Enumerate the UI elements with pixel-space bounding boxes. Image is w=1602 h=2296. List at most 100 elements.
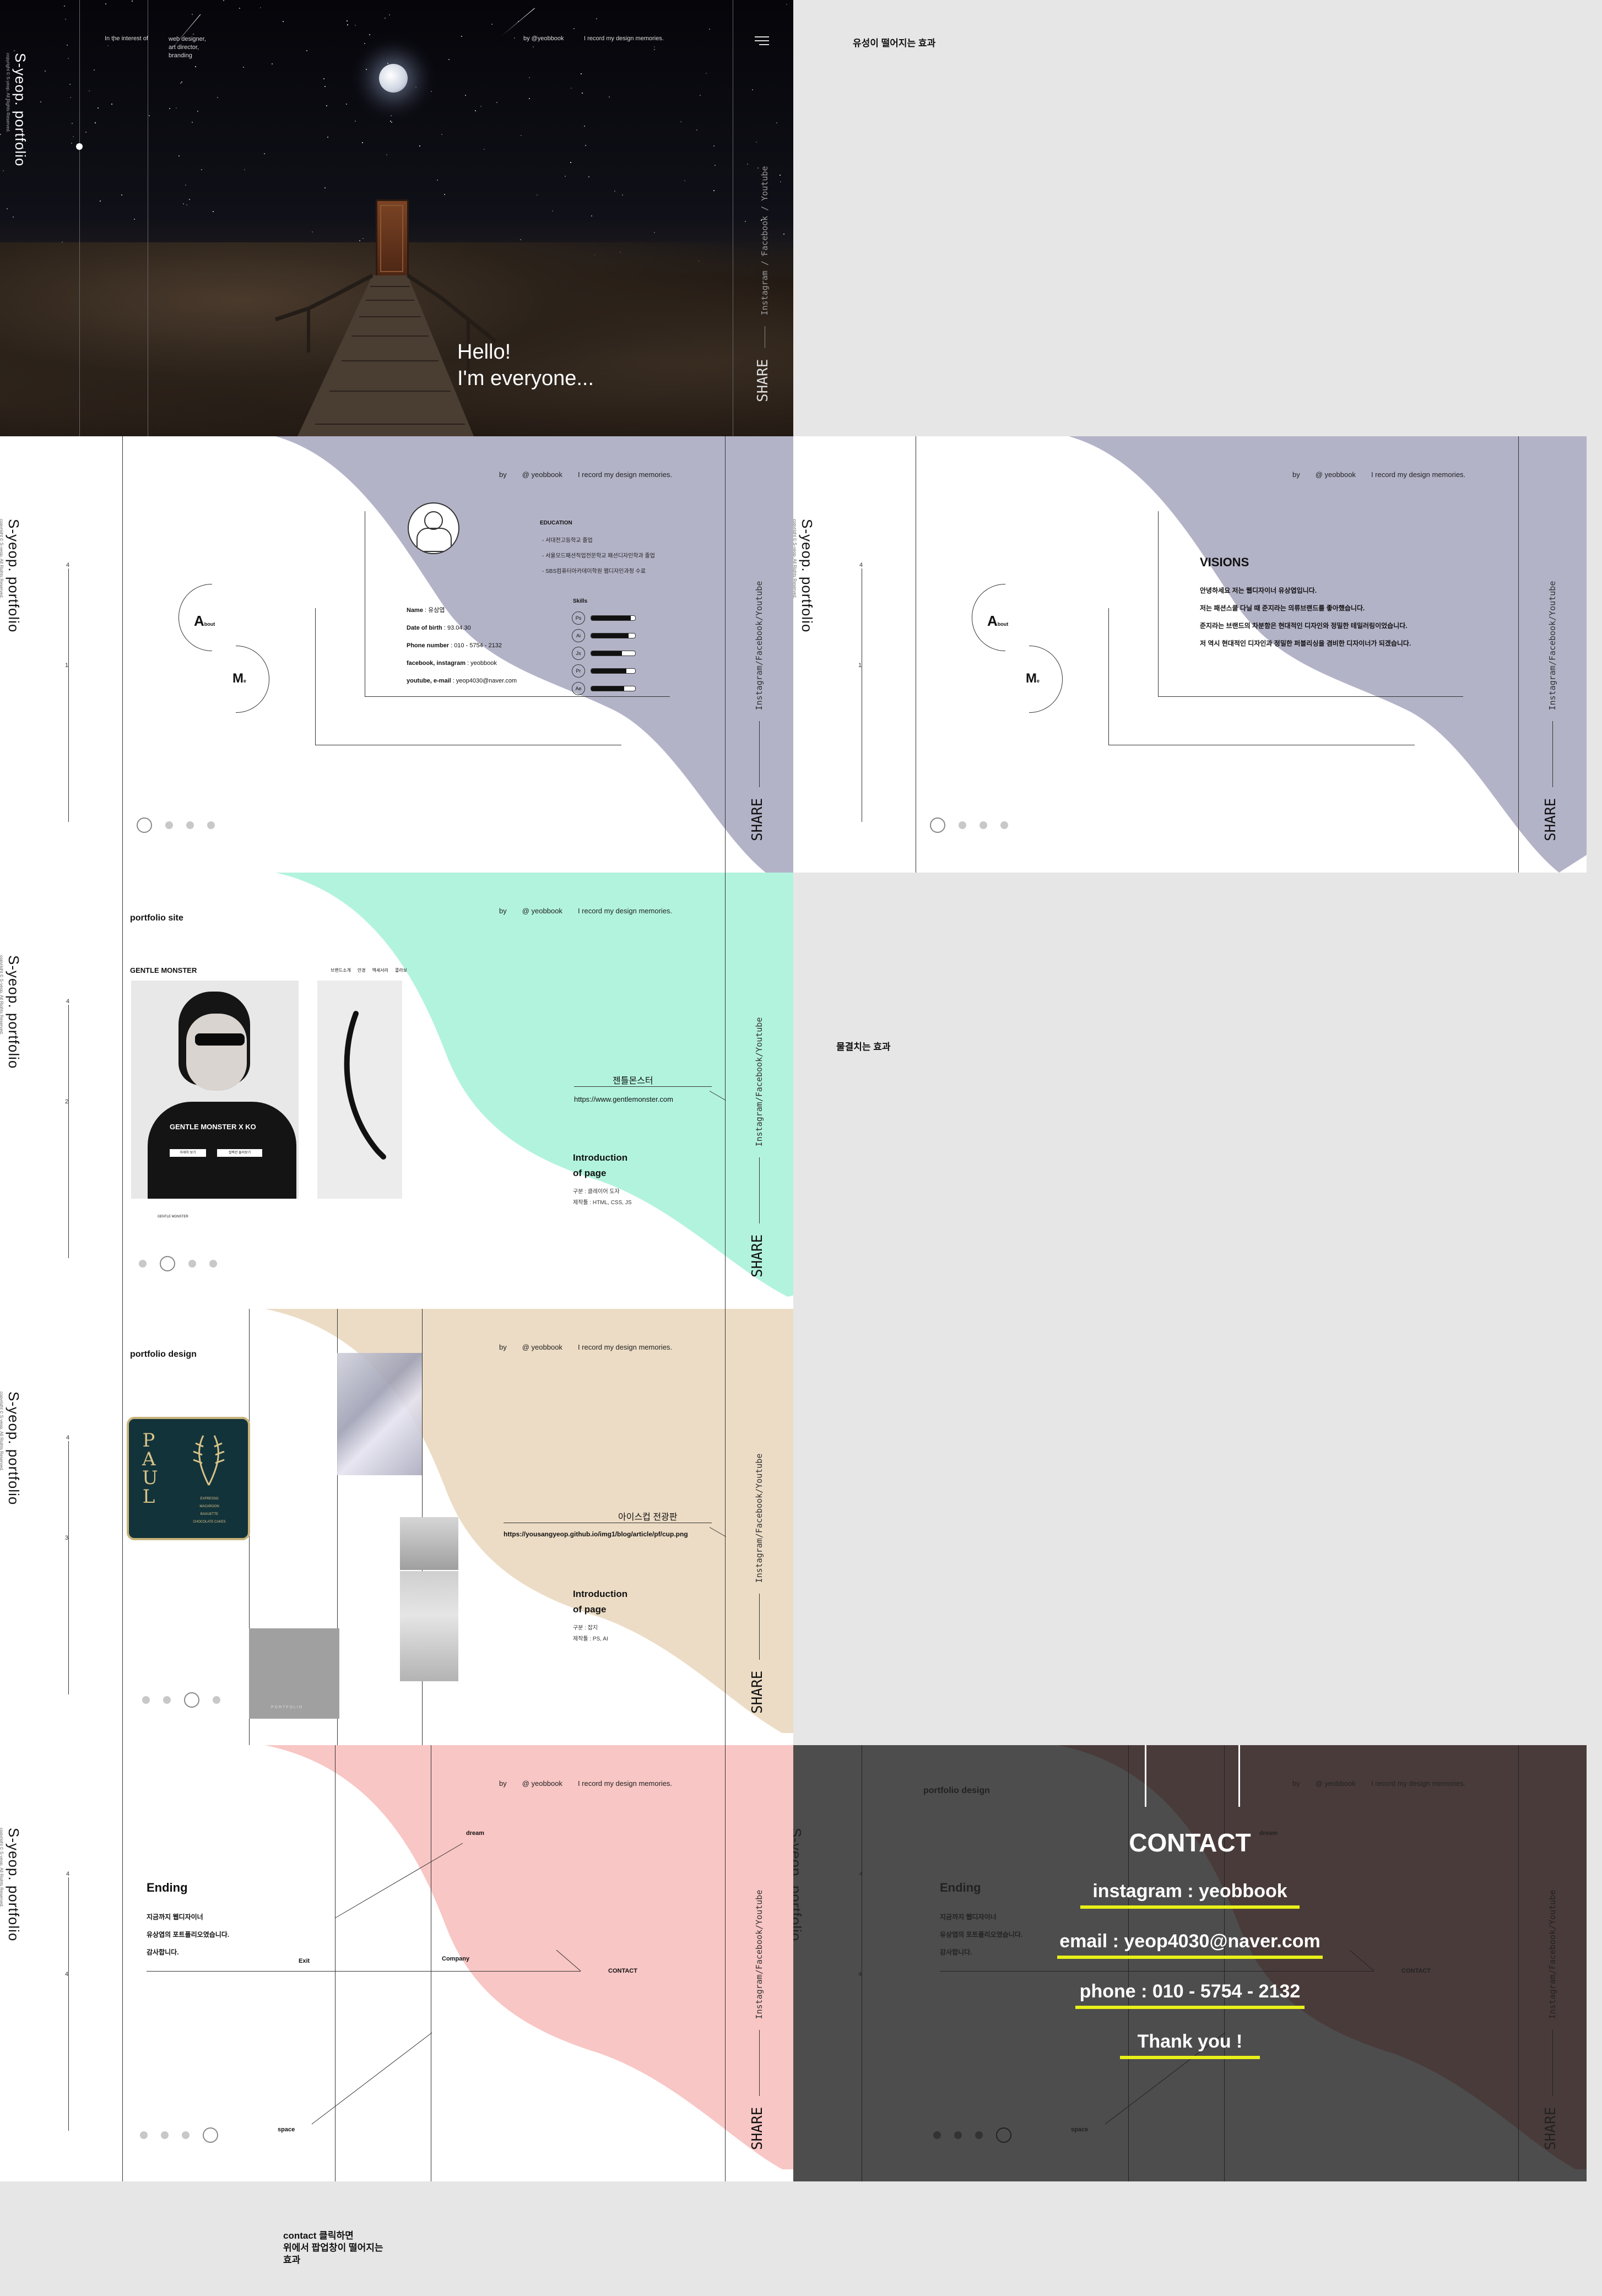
info-name: Name : 유상엽 bbox=[407, 607, 445, 614]
hero-share[interactable]: SHARE Instagram / Facebook / Youtube bbox=[755, 166, 771, 403]
gm-logo[interactable]: GENTLE MONSTER bbox=[130, 966, 197, 974]
skill-row: Js bbox=[572, 645, 636, 662]
pager-dot[interactable] bbox=[163, 1696, 171, 1704]
pager-dot[interactable] bbox=[1000, 821, 1008, 829]
progress-line bbox=[68, 1005, 69, 1258]
pager-dot[interactable] bbox=[975, 2131, 983, 2139]
paul-card[interactable]: PAUL EXPRESSO MACAROON BAGUETTE CHOCOLATE C… bbox=[127, 1417, 250, 1540]
design-panel: S-yeop. portfolio copyright © S-yeop. Al… bbox=[0, 1309, 793, 1745]
gm-nav-item[interactable]: 액세서리 bbox=[372, 967, 388, 973]
design-thumb-4[interactable]: PORTFOLIO bbox=[249, 1628, 339, 1719]
pager-dot[interactable] bbox=[140, 2131, 148, 2139]
skill-bar bbox=[591, 633, 636, 638]
pager-dot[interactable] bbox=[184, 1692, 199, 1708]
share-vertical[interactable]: SHARE Instagram/Facebook/Youtube bbox=[749, 1017, 766, 1277]
pager-dot[interactable] bbox=[137, 817, 152, 833]
share-vertical[interactable]: SHARE Instagram/Facebook/Youtube bbox=[1543, 581, 1559, 841]
info-email: youtube, e-mail : yeop4030@naver.com bbox=[407, 678, 517, 684]
pager-dot[interactable] bbox=[954, 2131, 962, 2139]
pager-dot[interactable] bbox=[207, 821, 215, 829]
skill-badge: Ae bbox=[572, 682, 585, 695]
gm-caption: GENTLE MONSTER bbox=[158, 1215, 188, 1219]
skills-title: Skills bbox=[573, 598, 588, 604]
hero-by[interactable]: by @yeobbook bbox=[523, 35, 564, 42]
progress-tick: 4 bbox=[66, 998, 70, 1005]
hamburger-icon[interactable] bbox=[755, 36, 769, 45]
pager-dot[interactable] bbox=[933, 2131, 941, 2139]
pager-dot[interactable] bbox=[203, 2127, 218, 2143]
share-vertical[interactable]: SHARE Instagram/Facebook/Youtube bbox=[749, 581, 766, 841]
gm-nav-item[interactable]: 콜라보 bbox=[395, 967, 407, 973]
pager-dot[interactable] bbox=[209, 1260, 217, 1268]
ending-panel: S-yeop. portfolio copyright © S-yeop. Al… bbox=[0, 1745, 793, 2181]
handle-link[interactable]: @ yeobbook bbox=[522, 907, 562, 915]
handle-link[interactable]: @ yeobbook bbox=[1316, 470, 1356, 479]
contact-popup: CONTACT instagram : yeobbook email : yeo… bbox=[1003, 1828, 1377, 2059]
visions-title: VISIONS bbox=[1200, 555, 1249, 569]
design-url[interactable]: https://yousangyeop.github.io/img1/blog/… bbox=[504, 1530, 688, 1538]
gm-button-2[interactable]: 컬렉션 둘러보기 bbox=[217, 1149, 262, 1157]
pager bbox=[137, 817, 215, 833]
pager bbox=[930, 817, 1008, 833]
popup-instagram[interactable]: instagram : yeobbook bbox=[1003, 1881, 1377, 1909]
pager-dot[interactable] bbox=[213, 1696, 220, 1704]
pager-dot[interactable] bbox=[142, 1696, 150, 1704]
gm-product-image[interactable] bbox=[317, 981, 402, 1199]
note-wave: 물결치는 효과 bbox=[836, 1042, 891, 1052]
gm-nav-item[interactable]: 안경 bbox=[358, 967, 366, 973]
design-kr-title: 아이스컵 전광판 bbox=[618, 1513, 678, 1522]
intro-title: Introduction of page bbox=[573, 1589, 628, 1615]
site-intro: Introduction of page 구분 : 클레이어 도자 제작툴 : H… bbox=[573, 1150, 632, 1209]
popup-email[interactable]: email : yeop4030@naver.com bbox=[1003, 1931, 1377, 1959]
progress-tick: 4 bbox=[66, 562, 70, 568]
hero-scroll-dot[interactable] bbox=[76, 143, 83, 150]
design-thumb-1[interactable] bbox=[337, 1353, 422, 1475]
brand-vertical: S-yeop. portfolio copyright © S-yeop. Al… bbox=[793, 519, 815, 633]
education-item: - SBS컴퓨터아카데미학원 웹디자인과정 수료 bbox=[542, 568, 646, 575]
skills-list: Ps Ai Js Pr Ae bbox=[572, 609, 636, 697]
popup-title: CONTACT bbox=[1129, 1828, 1251, 1857]
gm-nav: 브랜드소개 안경 액세서리 콜라보 bbox=[331, 967, 407, 973]
skill-badge: Js bbox=[572, 647, 585, 660]
section-title: portfolio design bbox=[130, 1350, 197, 1359]
pager bbox=[140, 2127, 218, 2143]
pager-dot[interactable] bbox=[160, 1256, 175, 1271]
design-thumb-3[interactable] bbox=[400, 1571, 458, 1681]
gm-nav-item[interactable]: 브랜드소개 bbox=[331, 967, 351, 973]
hero-brand: S-yeop. portfolio copyright © S-yeop. Al… bbox=[6, 53, 29, 167]
popup-phone[interactable]: phone : 010 - 5754 - 2132 bbox=[1003, 1981, 1377, 2009]
paul-logo: PAUL bbox=[142, 1429, 158, 1508]
gm-button-1[interactable]: 자세히 보기 bbox=[170, 1149, 206, 1157]
section-number: 1 bbox=[858, 662, 862, 669]
handle-link[interactable]: @ yeobbook bbox=[522, 1343, 562, 1351]
handle-link[interactable]: @ yeobbook bbox=[522, 470, 562, 479]
pager-dot[interactable] bbox=[188, 1260, 196, 1268]
progress-line bbox=[68, 1441, 69, 1694]
pager-dot[interactable] bbox=[996, 2127, 1011, 2143]
share-vertical[interactable]: SHARE Instagram/Facebook/Youtube bbox=[749, 1454, 766, 1714]
skill-row: Ai bbox=[572, 627, 636, 645]
design-thumb-2[interactable] bbox=[400, 1517, 458, 1570]
skill-bar-fill bbox=[591, 633, 629, 638]
site-url[interactable]: https://www.gentlemonster.com bbox=[574, 1095, 673, 1103]
pager-dot[interactable] bbox=[139, 1260, 147, 1268]
thumb-caption: PORTFOLIO bbox=[271, 1705, 304, 1709]
share-vertical[interactable]: SHARE Instagram/Facebook/Youtube bbox=[749, 1890, 766, 2150]
pager-dot[interactable] bbox=[186, 821, 194, 829]
gm-hero-image[interactable]: GENTLE MONSTER X KO 자세히 보기 컬렉션 둘러보기 bbox=[131, 981, 299, 1199]
pager-dot[interactable] bbox=[161, 2131, 169, 2139]
pager-dot[interactable] bbox=[959, 821, 966, 829]
pager-dot[interactable] bbox=[182, 2131, 190, 2139]
contact-panel: S-yeop. portfolio copyright © S-yeop. Al… bbox=[793, 1745, 1587, 2181]
share-vertical[interactable]: SHARE Instagram/Facebook/Youtube bbox=[1543, 1890, 1559, 2150]
popup-thanks[interactable]: Thank you ! bbox=[1003, 2031, 1377, 2059]
pager-dot[interactable] bbox=[165, 821, 173, 829]
lavender-wave bbox=[1069, 436, 1587, 873]
progress-tick: 4 bbox=[66, 1434, 70, 1441]
about-letter-a: About bbox=[987, 613, 1009, 629]
pager-dot[interactable] bbox=[930, 817, 945, 833]
info-birth: Date of birth : 93.04.30 bbox=[407, 625, 471, 631]
share-line bbox=[725, 1309, 726, 1745]
pager-dot[interactable] bbox=[979, 821, 987, 829]
education-item: - 서대전고등학교 졸업 bbox=[542, 538, 593, 544]
